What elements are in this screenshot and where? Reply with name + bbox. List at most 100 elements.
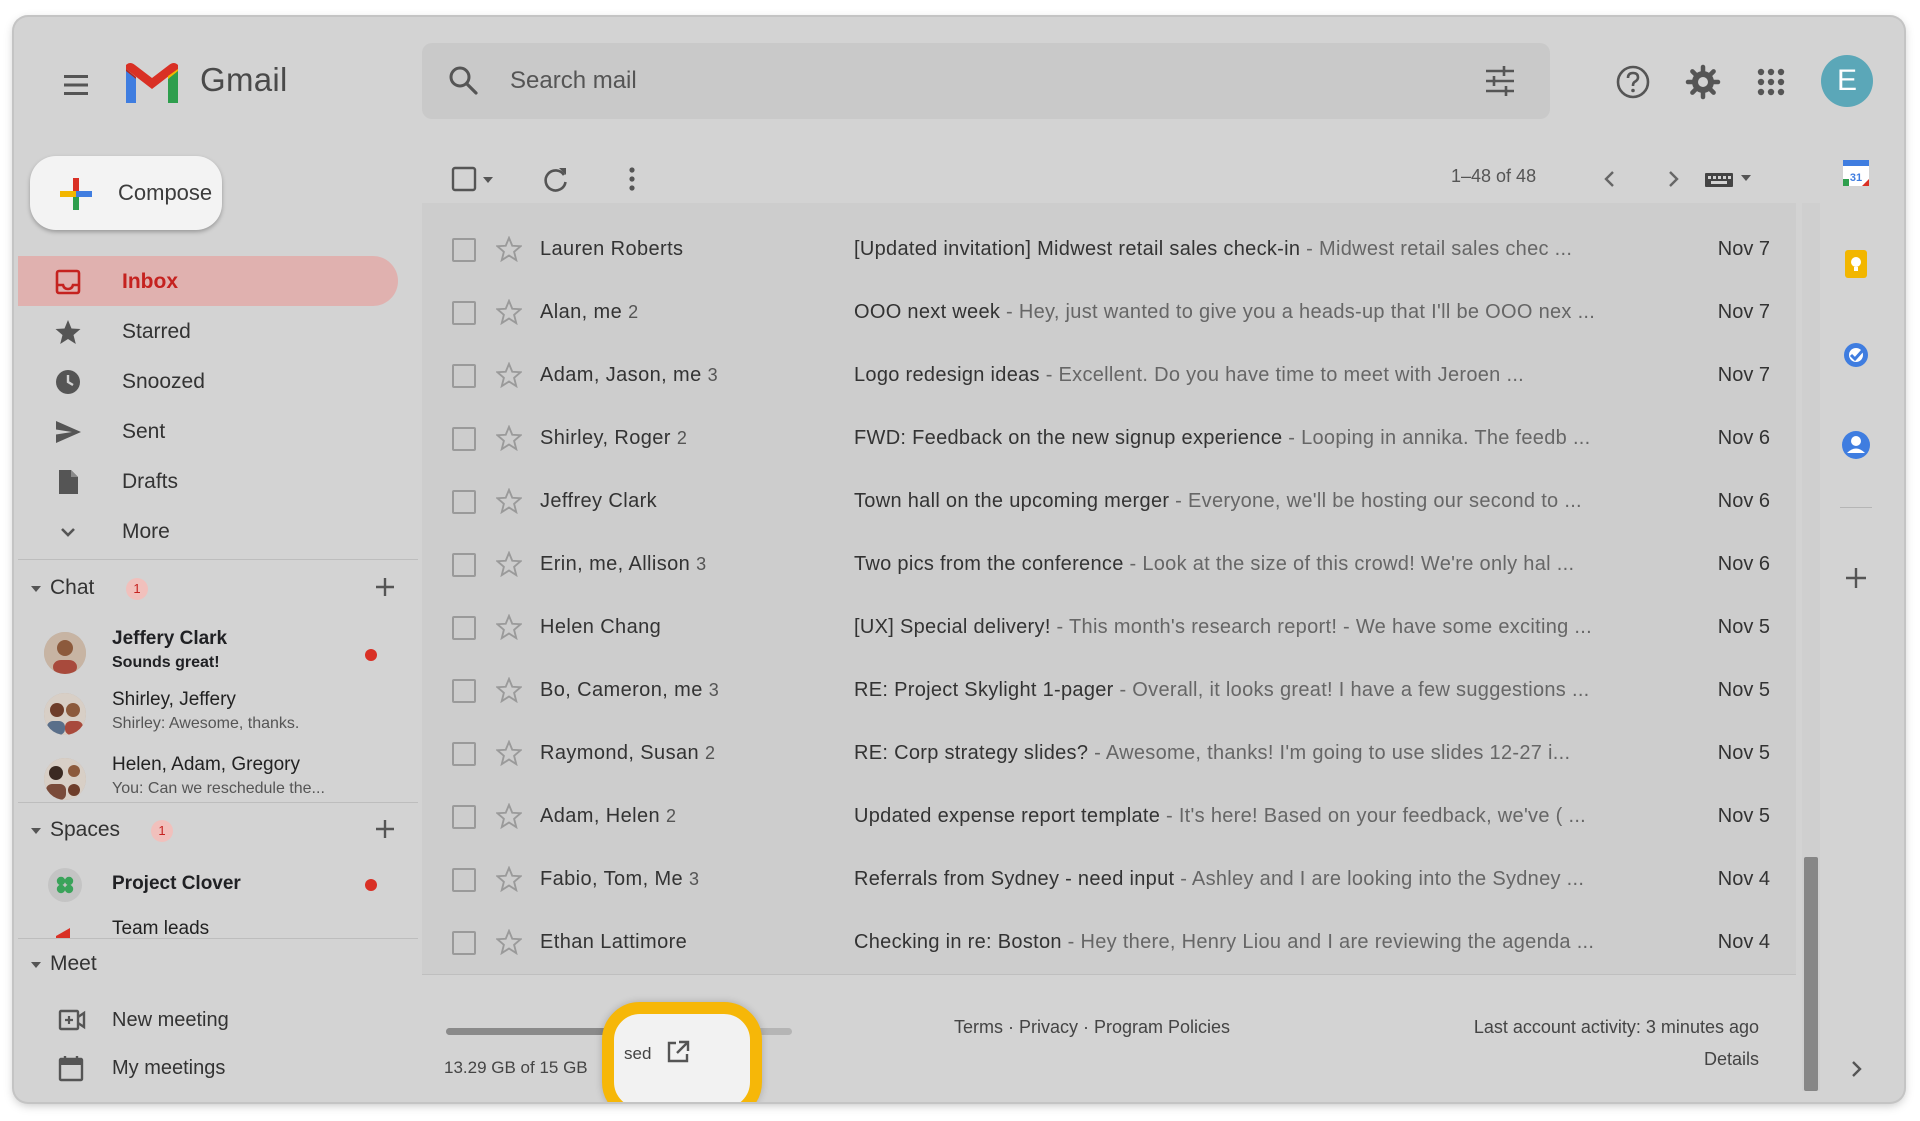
row-checkbox[interactable] [452, 616, 476, 640]
row-checkbox[interactable] [452, 553, 476, 577]
avatar [44, 758, 86, 800]
clover-icon [48, 868, 82, 902]
open-in-new-icon[interactable] [664, 1038, 692, 1066]
nav-starred[interactable]: Starred [18, 306, 398, 356]
avatar [44, 693, 86, 735]
chevron-down-icon [54, 518, 82, 546]
my-meetings-item[interactable]: My meetings [58, 1051, 378, 1087]
row-checkbox[interactable] [452, 301, 476, 325]
nav-snoozed[interactable]: Snoozed [18, 356, 398, 406]
email-row[interactable]: Fabio, Tom, Me 3 Referrals from Sydney - … [422, 848, 1796, 912]
search-icon[interactable] [446, 63, 482, 99]
email-date: Nov 6 [1717, 553, 1770, 575]
star-icon[interactable] [496, 929, 522, 955]
search-input[interactable]: Search mail [510, 67, 637, 95]
more-vert-icon[interactable] [617, 164, 647, 194]
star-icon[interactable] [496, 803, 522, 829]
star-icon[interactable] [496, 236, 522, 262]
row-checkbox[interactable] [452, 364, 476, 388]
star-icon[interactable] [496, 866, 522, 892]
account-avatar[interactable]: E [1821, 55, 1873, 107]
row-checkbox[interactable] [452, 679, 476, 703]
email-row[interactable]: Raymond, Susan 2 RE: Corp strategy slides… [422, 722, 1796, 786]
meet-section-header[interactable]: Meet [28, 948, 398, 982]
email-row[interactable]: Bo, Cameron, me 3 RE: Project Skylight 1-… [422, 659, 1796, 723]
select-all-checkbox[interactable] [450, 164, 500, 194]
calendar-icon[interactable]: 31 [1840, 157, 1872, 189]
nav-sent[interactable]: Sent [18, 406, 398, 456]
program-policies-link[interactable]: Program Policies [1094, 1017, 1230, 1037]
keep-icon[interactable] [1840, 248, 1872, 280]
scrollbar-thumb[interactable] [1804, 857, 1818, 1091]
chevron-right-icon[interactable] [1658, 164, 1688, 194]
privacy-link[interactable]: Privacy [1019, 1017, 1078, 1037]
email-row[interactable]: Shirley, Roger 2 FWD: Feedback on the new… [422, 407, 1796, 471]
apps-grid-icon[interactable] [1750, 61, 1792, 103]
show-side-panel-chevron-icon[interactable] [1840, 1053, 1872, 1085]
star-icon[interactable] [496, 362, 522, 388]
email-row[interactable]: Alan, me 2 OOO next week - Hey, just want… [422, 281, 1796, 345]
manage-storage-highlight[interactable]: sed [602, 1002, 762, 1102]
refresh-icon[interactable] [541, 164, 571, 194]
chevron-left-icon[interactable] [1595, 164, 1625, 194]
email-sender: Shirley, Roger 2 [540, 427, 687, 450]
collapse-caret-icon[interactable] [28, 823, 44, 839]
star-icon[interactable] [496, 740, 522, 766]
search-bar[interactable]: Search mail [422, 43, 1550, 119]
add-addon-plus-icon[interactable] [1840, 562, 1872, 594]
contacts-icon[interactable] [1840, 429, 1872, 461]
row-checkbox[interactable] [452, 238, 476, 262]
email-row[interactable]: Adam, Jason, me 3 Logo redesign ideas - E… [422, 344, 1796, 408]
row-checkbox[interactable] [452, 427, 476, 451]
gmail-logo[interactable] [122, 59, 182, 109]
row-checkbox[interactable] [452, 490, 476, 514]
spaces-section-header[interactable]: Spaces 1 [28, 814, 398, 848]
chat-item-jeffery-clark[interactable]: Jeffery Clark Sounds great! [44, 626, 394, 682]
main-menu-icon[interactable] [54, 63, 98, 107]
chat-name: Jeffery Clark [112, 628, 228, 649]
collapse-caret-icon[interactable] [28, 957, 44, 973]
input-tools-keyboard-icon[interactable] [1703, 164, 1759, 194]
nav-drafts[interactable]: Drafts [18, 456, 398, 506]
compose-label: Compose [118, 180, 213, 205]
email-row[interactable]: Jeffrey Clark Town hall on the upcoming … [422, 470, 1796, 534]
star-icon[interactable] [496, 551, 522, 577]
draft-icon [54, 468, 82, 496]
star-icon[interactable] [496, 299, 522, 325]
search-options-icon[interactable] [1480, 61, 1520, 101]
email-row[interactable]: Helen Chang [UX] Special delivery! - Thi… [422, 596, 1796, 660]
nav-inbox[interactable]: Inbox [18, 256, 398, 306]
row-checkbox[interactable] [452, 931, 476, 955]
help-icon[interactable] [1612, 61, 1654, 103]
activity-details-link[interactable]: Details [1704, 1049, 1759, 1070]
collapse-caret-icon[interactable] [28, 581, 44, 597]
email-row[interactable]: Adam, Helen 2 Updated expense report temp… [422, 785, 1796, 849]
new-space-plus-icon[interactable] [372, 816, 398, 842]
new-meeting-item[interactable]: New meeting [58, 1003, 378, 1039]
star-icon[interactable] [496, 677, 522, 703]
star-icon[interactable] [496, 488, 522, 514]
email-row[interactable]: Madison Wells Revised organic search num… [422, 203, 1796, 219]
terms-link[interactable]: Terms [954, 1017, 1003, 1037]
email-row[interactable]: Erin, me, Allison 3 Two pics from the con… [422, 533, 1796, 597]
svg-text:31: 31 [1850, 172, 1862, 184]
row-checkbox[interactable] [452, 742, 476, 766]
space-item-team-leads[interactable]: Team leads [44, 916, 394, 938]
settings-gear-icon[interactable] [1682, 61, 1724, 103]
row-checkbox[interactable] [452, 868, 476, 892]
star-icon[interactable] [496, 614, 522, 640]
row-checkbox[interactable] [452, 805, 476, 829]
chat-item-helen-adam-gregory[interactable]: Helen, Adam, Gregory You: Can we resched… [44, 752, 394, 808]
tasks-icon[interactable] [1840, 339, 1872, 371]
new-chat-plus-icon[interactable] [372, 574, 398, 600]
chat-section-header[interactable]: Chat 1 [28, 572, 398, 606]
email-row[interactable]: Ethan Lattimore Checking in re: Boston -… [422, 911, 1796, 975]
nav-more[interactable]: More [18, 506, 398, 556]
nav-label: More [122, 520, 170, 543]
space-item-project-clover[interactable]: Project Clover [44, 868, 394, 912]
sender-names: Ethan Lattimore [540, 931, 688, 953]
email-row[interactable]: Lauren Roberts [Updated invitation] Midw… [422, 218, 1796, 282]
compose-button[interactable]: Compose [30, 156, 222, 230]
chat-item-shirley-jeffery[interactable]: Shirley, Jeffery Shirley: Awesome, thank… [44, 687, 394, 743]
star-icon[interactable] [496, 425, 522, 451]
